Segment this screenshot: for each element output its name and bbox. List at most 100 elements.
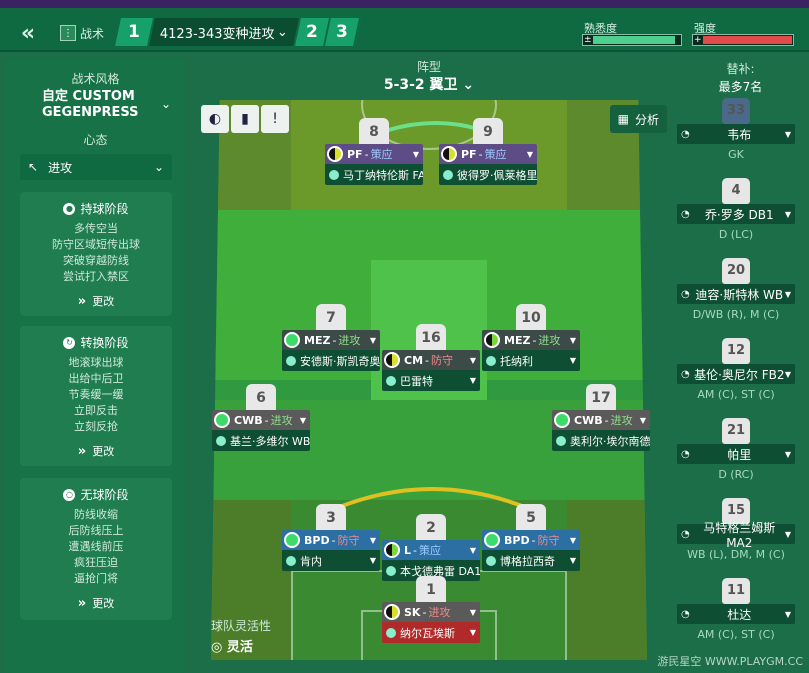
player-name-select[interactable]: 博格拉西奇 ▼ bbox=[482, 550, 580, 571]
substitute-item[interactable]: 11 ◔ 杜达 ▼ AM (C), ST (C) bbox=[677, 578, 795, 641]
player-name-select[interactable]: 彼得罗·佩莱格里 FA1 ▼ bbox=[439, 164, 537, 185]
substitute-name: 乔·罗多 DB1 bbox=[704, 207, 774, 222]
tactic-tabs: 1 4123-343变种进攻 ⌄ 2 3 bbox=[115, 18, 361, 46]
shirt-icon: 21 bbox=[722, 418, 750, 444]
player-name-select[interactable]: 奥利尔·埃尔南德斯... ▼ bbox=[552, 430, 650, 451]
role-select[interactable]: BPD - 防守 ▼ bbox=[482, 530, 580, 550]
duty: 防守 bbox=[337, 534, 360, 547]
role-select[interactable]: PF - 策应 ▼ bbox=[439, 144, 537, 164]
shirt-icon: 4 bbox=[722, 178, 750, 204]
familiarity-bar: ± bbox=[582, 34, 682, 46]
player-name-select[interactable]: 托纳利 ▼ bbox=[482, 350, 580, 371]
substitute-select[interactable]: ◔ 基伦·奥尼尔 FB2 ▼ bbox=[677, 364, 795, 384]
substitute-select[interactable]: ◔ 马特格兰姆斯 MA2 ▼ bbox=[677, 521, 795, 550]
role-select[interactable]: CM - 防守 ▼ bbox=[382, 350, 480, 370]
substitute-positions: WB (L), DM, M (C) bbox=[687, 548, 785, 561]
change-button[interactable]: » 更改 bbox=[20, 595, 172, 611]
back-button[interactable]: « bbox=[10, 16, 46, 50]
transition-section: ↻ 转换阶段 地滚球出球 出给中后卫 节奏缓一缓 立即反击 立刻反抢 » 更改 bbox=[20, 326, 172, 466]
substitute-select[interactable]: ◔ 杜达 ▼ bbox=[677, 604, 795, 624]
substitute-select[interactable]: ◔ 韦布 ▼ bbox=[677, 124, 795, 144]
chevron-down-icon: ⌄ bbox=[277, 24, 288, 40]
player-name-select[interactable]: 肯内 ▼ bbox=[282, 550, 380, 571]
role-code: L bbox=[404, 543, 412, 557]
role-suitability-icon bbox=[484, 532, 500, 548]
caret-down-icon: ▼ bbox=[469, 628, 476, 637]
player-role-card[interactable]: MEZ - 进攻 ▼ 托纳利 ▼ bbox=[482, 330, 580, 372]
tab-tactic-3[interactable]: 3 bbox=[325, 18, 361, 46]
instruction-list: 多传空当 防守区域短传出球 突破穿越防线 尝试打入禁区 bbox=[52, 222, 140, 283]
caret-down-icon: ▼ bbox=[569, 535, 576, 545]
role-select[interactable]: SK - 进攻 ▼ bbox=[382, 602, 480, 622]
player-name: 彼得罗·佩莱格里 FA1 bbox=[457, 168, 537, 182]
person-icon bbox=[386, 375, 396, 386]
shirt-icon: 33 bbox=[722, 98, 750, 124]
substitute-select[interactable]: ◔ 乔·罗多 DB1 ▼ bbox=[677, 204, 795, 224]
role-select[interactable]: MEZ - 进攻 ▼ bbox=[282, 330, 380, 350]
duty: 策应 bbox=[419, 544, 441, 557]
role-code: CWB bbox=[234, 413, 263, 427]
person-icon bbox=[386, 627, 396, 638]
player-role-card[interactable]: SK - 进攻 ▼ 纳尔瓦埃斯 ▼ bbox=[382, 602, 480, 644]
player-role-card[interactable]: PF - 策应 ▼ 彼得罗·佩莱格里 FA1 ▼ bbox=[439, 144, 537, 186]
substitute-item[interactable]: 33 ◔ 韦布 ▼ GK bbox=[677, 98, 795, 161]
out-of-possession-section: ○ 无球阶段 防线收缩 后防线压上 遭遇线前压 疯狂压迫 逼抢门将 » 更改 bbox=[20, 478, 172, 620]
substitute-select[interactable]: ◔ 迪容·斯特林 WB ▼ bbox=[677, 284, 795, 304]
substitute-item[interactable]: 4 ◔ 乔·罗多 DB1 ▼ D (LC) bbox=[677, 178, 795, 241]
mentality-select[interactable]: ↖ 进攻 ⌄ bbox=[20, 154, 172, 180]
person-icon bbox=[556, 435, 566, 446]
player-role-card[interactable]: MEZ - 进攻 ▼ 安德斯·斯凯奇奥特... ▼ bbox=[282, 330, 380, 372]
player-name: 安德斯·斯凯奇奥特... bbox=[300, 354, 380, 368]
change-button[interactable]: » 更改 bbox=[20, 293, 172, 309]
substitute-select[interactable]: ◔ 帕里 ▼ bbox=[677, 444, 795, 464]
role-code: PF bbox=[461, 147, 477, 161]
style-value-line2: GEGENPRESS bbox=[42, 105, 139, 120]
role-select[interactable]: CWB - 进攻 ▼ bbox=[552, 410, 650, 430]
double-chevron-right-icon: » bbox=[77, 596, 87, 611]
duty: 进攻 bbox=[610, 414, 633, 427]
role-suitability-icon bbox=[384, 604, 400, 620]
player-role-card[interactable]: PF - 策应 ▼ 马丁纳特伦斯 FA3 ▼ bbox=[325, 144, 423, 186]
player-name-select[interactable]: 马丁纳特伦斯 FA3 ▼ bbox=[325, 164, 423, 185]
substitute-item[interactable]: 20 ◔ 迪容·斯特林 WB ▼ D/WB (R), M (C) bbox=[677, 258, 795, 321]
role-suitability-icon bbox=[384, 352, 400, 368]
caret-down-icon: ▼ bbox=[639, 415, 646, 425]
caret-down-icon: ▼ bbox=[784, 369, 791, 379]
person-icon bbox=[286, 355, 296, 366]
player-role-card[interactable]: CWB - 进攻 ▼ 奥利尔·埃尔南德斯... ▼ bbox=[552, 410, 650, 452]
double-chevron-right-icon: » bbox=[77, 444, 87, 459]
caret-down-icon: ▼ bbox=[784, 209, 791, 219]
player-role-card[interactable]: CWB - 进攻 ▼ 基兰·多维尔 WB ▼ bbox=[212, 410, 310, 452]
role-select[interactable]: L - 策应 ▼ bbox=[382, 540, 480, 560]
role-select[interactable]: BPD - 防守 ▼ bbox=[282, 530, 380, 550]
substitute-item[interactable]: 21 ◔ 帕里 ▼ D (RC) bbox=[677, 418, 795, 481]
player-role-card[interactable]: CM - 防守 ▼ 巴雷特 ▼ bbox=[382, 350, 480, 392]
double-chevron-left-icon: « bbox=[20, 20, 36, 46]
substitute-positions: AM (C), ST (C) bbox=[697, 388, 775, 401]
player-name-select[interactable]: 基兰·多维尔 WB ▼ bbox=[212, 430, 310, 451]
person-icon bbox=[443, 169, 453, 180]
person-icon bbox=[216, 435, 226, 446]
tactic-select[interactable]: 4123-343变种进攻 ⌄ bbox=[149, 18, 301, 46]
substitute-item[interactable]: 12 ◔ 基伦·奥尼尔 FB2 ▼ AM (C), ST (C) bbox=[677, 338, 795, 401]
in-possession-section: ● 持球阶段 多传空当 防守区域短传出球 突破穿越防线 尝试打入禁区 » 更改 bbox=[20, 192, 172, 316]
player-role-card[interactable]: BPD - 防守 ▼ 博格拉西奇 ▼ bbox=[482, 530, 580, 572]
tactics-breadcrumb[interactable]: ⋮ 战术 bbox=[60, 20, 104, 46]
person-icon bbox=[386, 565, 396, 576]
chevron-down-icon: ⌄ bbox=[160, 97, 171, 111]
role-code: CWB bbox=[574, 413, 603, 427]
player-role-card[interactable]: BPD - 防守 ▼ 肯内 ▼ bbox=[282, 530, 380, 572]
instruction-list: 地滚球出球 出给中后卫 节奏缓一缓 立即反击 立刻反抢 bbox=[68, 356, 124, 433]
style-select[interactable]: 自定 CUSTOM GEGENPRESS ⌄ bbox=[6, 89, 185, 125]
role-select[interactable]: MEZ - 进攻 ▼ bbox=[482, 330, 580, 350]
change-button[interactable]: » 更改 bbox=[20, 443, 172, 459]
substitute-name: 迪容·斯特林 WB bbox=[695, 287, 784, 302]
player-name-select[interactable]: 纳尔瓦埃斯 ▼ bbox=[382, 622, 480, 643]
duty: 进攻 bbox=[338, 334, 361, 347]
player-name-select[interactable]: 安德斯·斯凯奇奥特... ▼ bbox=[282, 350, 380, 371]
player-name-select[interactable]: 巴雷特 ▼ bbox=[382, 370, 480, 391]
role-select[interactable]: PF - 策应 ▼ bbox=[325, 144, 423, 164]
role-select[interactable]: CWB - 进攻 ▼ bbox=[212, 410, 310, 430]
duty: 策应 bbox=[484, 148, 507, 161]
substitute-item[interactable]: 15 ◔ 马特格兰姆斯 MA2 ▼ WB (L), DM, M (C) bbox=[677, 498, 795, 561]
